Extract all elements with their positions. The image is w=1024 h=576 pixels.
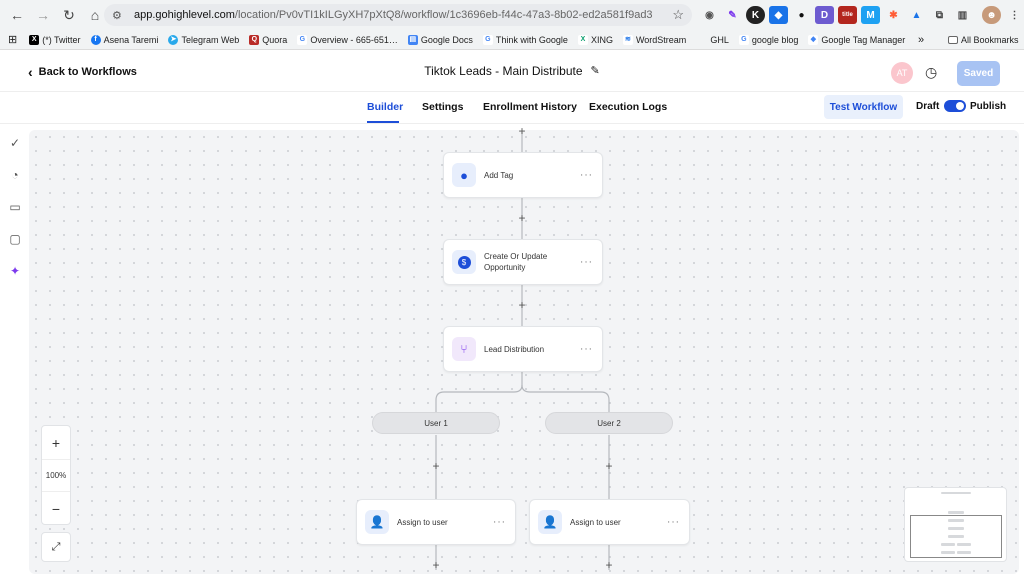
- add-step-plus-icon[interactable]: +: [603, 459, 615, 473]
- add-step-plus-icon[interactable]: +: [603, 558, 615, 572]
- action-node-add-tag[interactable]: ● Add Tag ···: [443, 152, 603, 198]
- user-assign-icon: 👤: [365, 510, 389, 534]
- node-menu-icon[interactable]: ···: [667, 517, 680, 528]
- action-node-assign-user-1[interactable]: 👤 Assign to user ···: [356, 499, 516, 545]
- branch-user-1[interactable]: User 1: [372, 412, 500, 434]
- zoom-out-button[interactable]: −: [42, 492, 70, 525]
- action-node-create-opportunity[interactable]: $ Create Or Update Opportunity ···: [443, 239, 603, 285]
- add-step-plus-icon[interactable]: +: [430, 459, 442, 473]
- action-node-lead-distribution[interactable]: ⑂ Lead Distribution ···: [443, 326, 603, 372]
- node-menu-icon[interactable]: ···: [580, 344, 593, 355]
- fit-view-icon[interactable]: ⤢: [41, 532, 71, 562]
- add-step-plus-icon[interactable]: +: [516, 124, 528, 138]
- minimap-viewport[interactable]: [910, 515, 1002, 558]
- minimap[interactable]: [904, 487, 1007, 562]
- add-step-plus-icon[interactable]: +: [430, 558, 442, 572]
- zoom-controls: + 100% −: [41, 425, 71, 525]
- node-menu-icon[interactable]: ···: [580, 257, 593, 268]
- zoom-level: 100%: [42, 459, 70, 492]
- node-menu-icon[interactable]: ···: [580, 170, 593, 181]
- tag-icon: ●: [452, 163, 476, 187]
- action-node-assign-user-2[interactable]: 👤 Assign to user ···: [529, 499, 690, 545]
- zoom-in-button[interactable]: +: [42, 426, 70, 459]
- add-step-plus-icon[interactable]: +: [516, 298, 528, 312]
- node-menu-icon[interactable]: ···: [493, 517, 506, 528]
- minimap-node: [941, 492, 971, 494]
- branch-icon: ⑂: [452, 337, 476, 361]
- minimap-node: [948, 511, 964, 514]
- branch-user-2[interactable]: User 2: [545, 412, 673, 434]
- add-step-plus-icon[interactable]: +: [516, 211, 528, 225]
- user-assign-icon: 👤: [538, 510, 562, 534]
- dollar-icon: $: [452, 250, 476, 274]
- connector-lines: [435, 132, 610, 570]
